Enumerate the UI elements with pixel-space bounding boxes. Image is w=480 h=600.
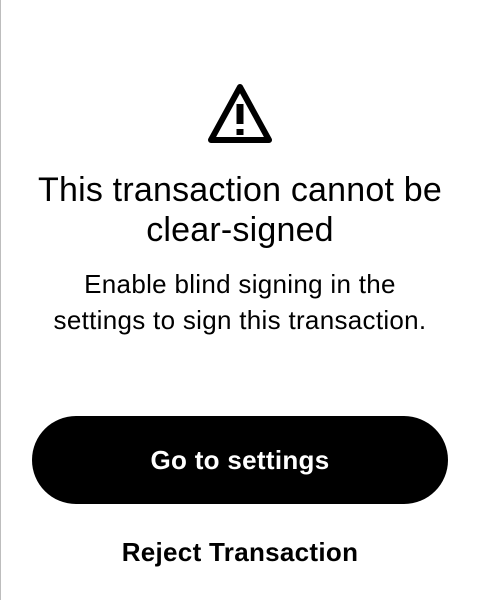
instruction-message: Enable blind signing in the settings to … xyxy=(53,269,427,335)
warning-icon xyxy=(208,84,272,143)
page-title: This transaction cannot be clear-signed xyxy=(38,171,442,249)
go-to-settings-button[interactable]: Go to settings xyxy=(32,416,448,504)
blind-signing-warning-screen: This transaction cannot be clear-signed … xyxy=(0,0,480,600)
reject-transaction-button[interactable]: Reject Transaction xyxy=(80,532,400,572)
